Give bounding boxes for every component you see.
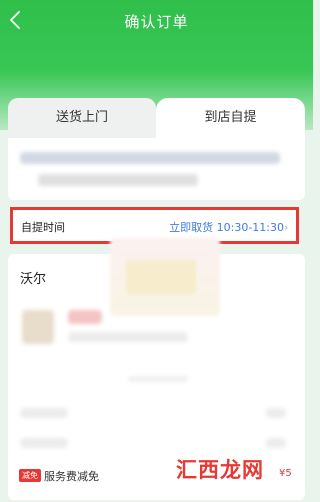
service-fee-waiver-label: 服务费减免	[44, 469, 99, 483]
address-card[interactable]	[8, 138, 305, 200]
blurred-fee-value	[266, 438, 286, 448]
delivery-tabs: 送货上门 到店自提	[8, 98, 305, 138]
blurred-fee-line	[20, 408, 68, 418]
blurred-product-line	[68, 332, 188, 342]
blurred-fee-value	[266, 408, 286, 418]
pickup-time-value[interactable]: 立即取货 10:30-11:30›	[169, 219, 292, 235]
tab-home-delivery[interactable]: 送货上门	[8, 98, 156, 138]
blurred-address-line	[38, 174, 198, 186]
blurred-product-image	[22, 310, 54, 344]
blurred-address-line	[20, 152, 280, 164]
chevron-right-icon: ›	[284, 221, 289, 234]
page-title: 确认订单	[124, 13, 189, 31]
blurred-popup	[110, 238, 220, 316]
watermark: 汇西龙网	[176, 458, 264, 482]
pickup-time-label: 自提时间	[21, 221, 65, 234]
tab-store-pickup[interactable]: 到店自提	[156, 98, 305, 138]
blurred-fee-line	[20, 438, 68, 448]
blurred-divider	[128, 376, 188, 382]
service-fee-waiver-amount: ¥5	[279, 468, 292, 479]
store-name: 沃尔	[20, 272, 47, 287]
pickup-time-text: 立即取货 10:30-11:30	[169, 221, 284, 234]
discount-tag: 减免	[19, 469, 41, 482]
service-fee-waiver-row: 减免 服务费减免	[19, 465, 99, 483]
blurred-product-tag	[68, 310, 102, 324]
